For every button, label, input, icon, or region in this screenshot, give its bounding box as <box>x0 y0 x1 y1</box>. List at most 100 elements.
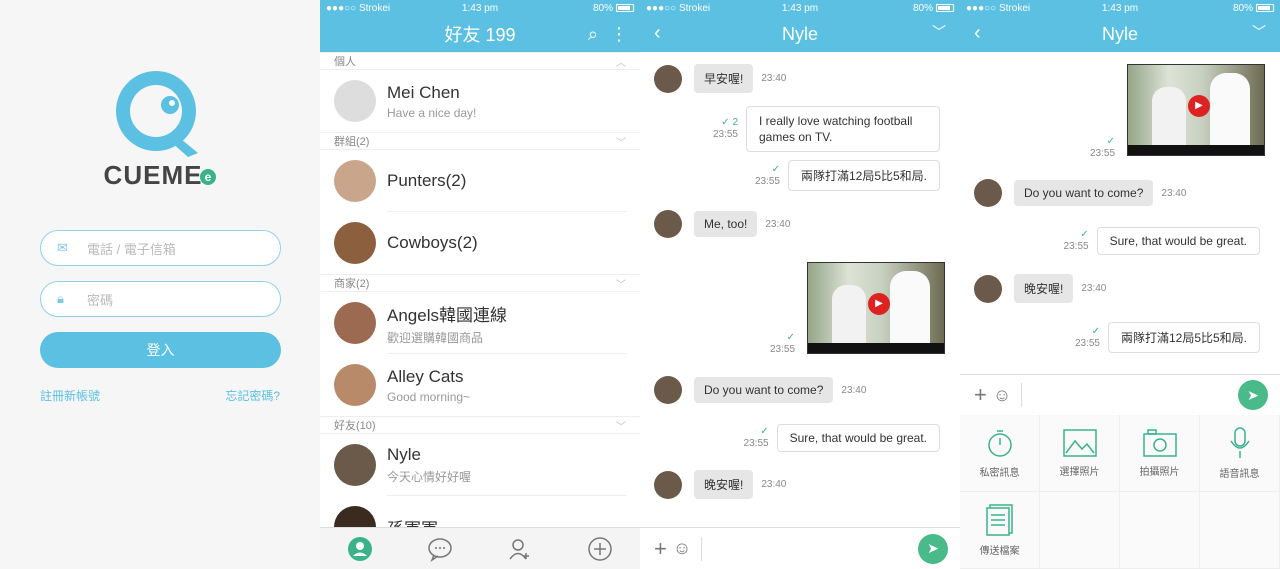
contact-merchant[interactable]: Alley Cats Good morning~ <box>320 354 640 416</box>
chevron-down-icon: ﹀ <box>616 137 626 149</box>
section-groups[interactable]: 群組(2) ﹀ <box>320 132 640 150</box>
attach-take-photo[interactable]: 拍攝照片 <box>1120 415 1200 492</box>
tab-add-icon[interactable] <box>587 536 613 562</box>
section-personal[interactable]: 個人 ︿ <box>320 52 640 70</box>
send-button[interactable]: ➤ <box>1238 380 1268 410</box>
plus-icon[interactable]: + <box>654 536 667 562</box>
attach-private-message[interactable]: 私密訊息 <box>960 415 1040 492</box>
video-controls[interactable] <box>1128 145 1264 155</box>
message-bubble[interactable]: 兩隊打滿12局5比5和局. <box>787 160 940 191</box>
battery-icon <box>936 4 954 12</box>
message-time: 23:55 <box>743 438 769 449</box>
message-bubble[interactable]: Do you want to come? <box>694 377 834 403</box>
message-time: 23:55 <box>1063 241 1089 252</box>
chevron-down-icon: ﹀ <box>616 279 626 291</box>
emoji-icon[interactable]: ☺ <box>673 538 691 559</box>
message-incoming: 晚安喔! 23:40 <box>654 470 786 499</box>
tab-friends-icon[interactable] <box>347 536 373 562</box>
timer-icon <box>987 429 1012 457</box>
page-title: 好友 199 <box>444 25 516 45</box>
phone-email-placeholder: 電話 / 電子信箱 <box>87 241 176 257</box>
message-bubble[interactable]: 晚安喔! <box>694 470 754 499</box>
message-bubble[interactable]: Sure, that would be great. <box>776 424 940 452</box>
message-meta: ✓ 23:55 <box>744 426 769 450</box>
contact-merchant[interactable]: Angels韓國連線 歡迎選購韓國商品 <box>320 292 640 354</box>
brand-e-badge: e <box>200 169 217 186</box>
message-time: 23:55 <box>712 129 738 140</box>
attach-label: 拍攝照片 <box>1139 466 1180 478</box>
message-bubble[interactable]: I really love watching football games on… <box>746 106 940 152</box>
login-button[interactable]: 登入 <box>40 332 281 368</box>
avatar <box>334 160 376 202</box>
attach-voice-message[interactable]: 語音訊息 <box>1200 415 1280 492</box>
attach-send-file[interactable]: 傳送檔案 <box>960 492 1040 569</box>
avatar <box>334 302 376 344</box>
page-title: Nyle <box>781 23 818 44</box>
phone-email-field[interactable]: ✉ 電話 / 電子信箱 <box>40 230 281 266</box>
message-outgoing: ✓ 2 23:55 I really love watching football… <box>713 106 940 152</box>
avatar <box>334 80 376 122</box>
empty-cell <box>1200 492 1280 569</box>
plus-icon[interactable]: + <box>974 382 987 408</box>
play-icon[interactable]: ▶ <box>1188 95 1210 117</box>
message-bubble[interactable]: Sure, that would be great. <box>1096 227 1260 255</box>
forgot-password-link[interactable]: 忘記密碼? <box>225 387 280 404</box>
message-outgoing: ✓ 23:55 兩隊打滿12局5比5和局. <box>1075 322 1260 353</box>
contact-status: 今天心情好好喔 <box>387 470 472 484</box>
message-outgoing: ✓ 23:55 Sure, that would be great. <box>1064 227 1260 255</box>
avatar <box>654 470 682 499</box>
avatar <box>334 444 376 486</box>
contact-name: Angels韓國連線 <box>387 305 507 325</box>
contact-friend[interactable]: Nyle 今天心情好好喔 <box>320 434 640 496</box>
message-bubble[interactable]: 晚安喔! <box>1014 274 1074 303</box>
image-icon <box>1062 428 1097 457</box>
nav-bar: 好友 199 ⌕ ⋮ <box>320 16 640 52</box>
avatar <box>974 274 1002 303</box>
section-friends[interactable]: 好友(10) ﹀ <box>320 416 640 434</box>
message-bubble[interactable]: 兩隊打滿12局5比5和局. <box>1107 322 1260 353</box>
contact-group[interactable]: Punters(2) <box>320 150 640 212</box>
attach-label: 語音訊息 <box>1219 468 1260 480</box>
file-icon <box>985 503 1013 536</box>
message-bubble[interactable]: 早安喔! <box>694 64 754 93</box>
attach-label: 選擇照片 <box>1059 466 1100 478</box>
check-icon: ✓ <box>721 117 730 128</box>
avatar <box>654 210 682 238</box>
register-link[interactable]: 註冊新帳號 <box>40 387 100 404</box>
contact-me[interactable]: Mei Chen Have a nice day! <box>320 70 640 132</box>
tab-chat-icon[interactable] <box>427 536 453 562</box>
contact-name: Mei Chen <box>387 82 460 102</box>
section-merchants[interactable]: 商家(2) ﹀ <box>320 274 640 292</box>
check-icon: ✓ <box>786 332 796 343</box>
password-field[interactable]: 🔒︎ 密碼 <box>40 281 281 317</box>
emoji-icon[interactable]: ☺ <box>993 385 1011 406</box>
message-time: 23:55 <box>770 344 796 355</box>
message-bubble[interactable]: Me, too! <box>694 211 758 237</box>
chevron-down-icon[interactable]: ﹀ <box>932 22 946 42</box>
message-incoming: Me, too! 23:40 <box>654 210 790 238</box>
chevron-down-icon[interactable]: ﹀ <box>1252 22 1266 42</box>
message-meta: ✓ 2 23:55 <box>713 117 738 141</box>
read-count: 2 <box>732 117 738 128</box>
mail-icon: ✉ <box>57 240 68 255</box>
page-title: Nyle <box>1101 23 1138 44</box>
video-controls[interactable] <box>808 343 944 353</box>
message-time: 23:55 <box>754 175 780 187</box>
microphone-icon <box>1229 426 1250 458</box>
send-button[interactable]: ➤ <box>918 533 948 564</box>
back-icon[interactable]: ‹ <box>974 22 981 45</box>
attach-choose-photo[interactable]: 選擇照片 <box>1040 415 1120 492</box>
attachment-grid: 私密訊息 選擇照片 拍攝照片 語音訊息 傳送檔案 <box>960 415 1280 569</box>
contacts-screen: ●●●○○ Strokei 1:43 pm 80% 好友 199 ⌕ ⋮ 個人 ︿… <box>320 0 640 569</box>
play-icon[interactable]: ▶ <box>868 293 890 315</box>
message-bubble[interactable]: Do you want to come? <box>1014 180 1154 206</box>
search-icon[interactable]: ⌕ <box>588 24 598 45</box>
tab-add-friend-icon[interactable] <box>507 536 533 562</box>
more-icon[interactable]: ⋮ <box>610 24 628 45</box>
cueme-logo-icon <box>116 71 198 157</box>
back-icon[interactable]: ‹ <box>654 22 661 45</box>
video-message[interactable]: ▶ <box>1127 64 1265 156</box>
message-outgoing: ✓ 23:55 兩隊打滿12局5比5和局. <box>755 160 940 191</box>
contact-group[interactable]: Cowboys(2) <box>320 212 640 274</box>
video-message[interactable]: ▶ <box>807 262 945 354</box>
